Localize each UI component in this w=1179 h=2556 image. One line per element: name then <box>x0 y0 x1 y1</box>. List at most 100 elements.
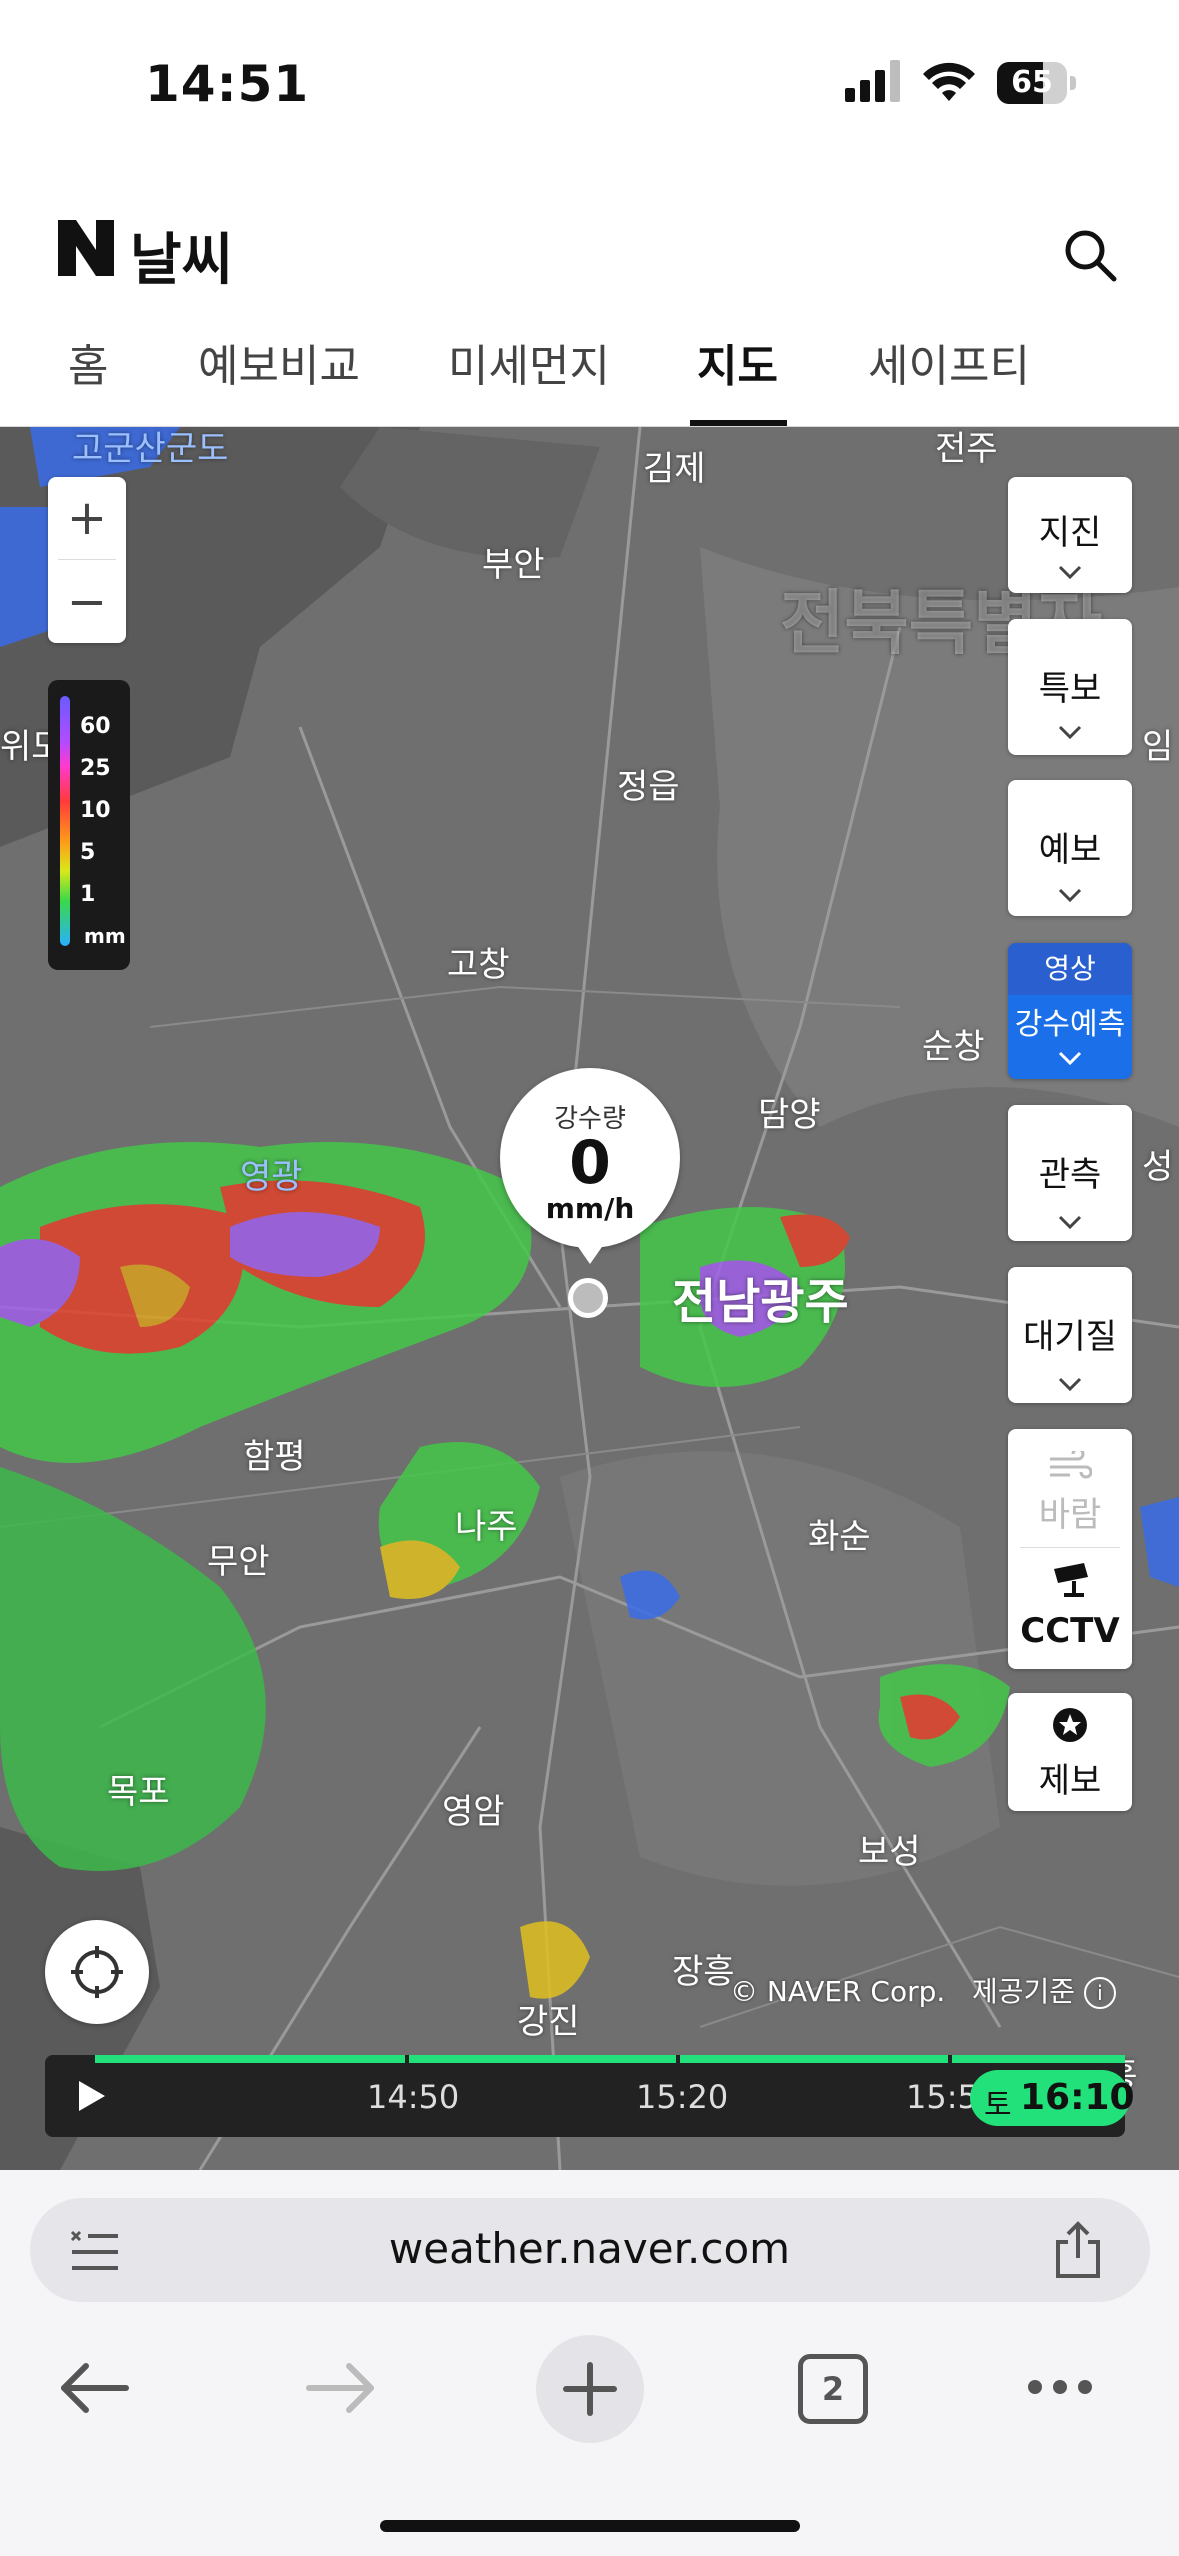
place-label: 무안 <box>207 1542 270 1582</box>
place-label: 김제 <box>643 449 706 489</box>
place-label: 영광 <box>240 1157 303 1197</box>
cctv-icon <box>1054 1563 1088 1597</box>
place-label: 부안 <box>482 545 545 585</box>
wifi-icon <box>923 62 975 101</box>
timeline-tick <box>676 2055 680 2067</box>
observation-button[interactable]: 관측 <box>1008 1105 1132 1241</box>
timeline-tick <box>948 2055 952 2067</box>
tab-home[interactable]: 홈 <box>68 330 108 394</box>
page-title[interactable]: 날씨 <box>130 215 233 296</box>
place-label: 목포 <box>107 1772 170 1812</box>
forecast-label: 예보 <box>1038 830 1102 870</box>
tab-forecast-compare[interactable]: 예보비교 <box>198 330 360 394</box>
weather-warning-label: 특보 <box>1038 669 1102 709</box>
air-quality-label: 대기질 <box>1023 1317 1117 1357</box>
rain-forecast-label: 강수예측 <box>1014 1007 1126 1042</box>
share-icon[interactable] <box>1050 2220 1106 2280</box>
current-day: 토 <box>984 2088 1012 2123</box>
back-arrow-icon[interactable] <box>58 2360 130 2416</box>
weather-warning-button[interactable]: 특보 <box>1008 619 1132 755</box>
chevron-down-icon <box>1058 725 1082 739</box>
place-label: 나주 <box>455 1507 518 1547</box>
place-label: 정읍 <box>617 767 680 807</box>
zoom-control: + − <box>48 477 126 643</box>
forecast-button[interactable]: 예보 <box>1008 780 1132 916</box>
report-button[interactable]: 제보 <box>1008 1693 1132 1811</box>
url-text[interactable]: weather.naver.com <box>0 2224 1179 2273</box>
chevron-down-icon <box>1058 1215 1082 1229</box>
place-label: 임 <box>1142 727 1174 767</box>
current-location-button[interactable] <box>45 1920 149 2024</box>
forward-arrow-icon[interactable] <box>305 2360 377 2416</box>
place-label: 고창 <box>447 945 510 985</box>
rain-forecast-button[interactable]: 영상 강수예측 <box>1008 943 1132 1079</box>
timeline-label: 15:20 <box>636 2078 729 2116</box>
wind-icon <box>1050 1451 1092 1479</box>
precipitation-unit: mm/h <box>545 1192 635 1225</box>
chevron-down-icon <box>1058 1051 1082 1065</box>
place-label: 순창 <box>922 1027 985 1067</box>
legend-value: 5 <box>80 840 96 865</box>
info-icon[interactable]: i <box>1083 1977 1116 2009</box>
chevron-down-icon <box>1058 565 1082 579</box>
place-label: 보성 <box>858 1832 921 1872</box>
zoom-in-button[interactable]: + <box>48 477 126 559</box>
home-indicator <box>380 2520 800 2532</box>
crosshair-icon <box>71 1946 123 1998</box>
precipitation-legend: 60 25 10 5 1 mm <box>48 680 130 970</box>
zoom-out-button[interactable]: − <box>48 561 126 643</box>
naver-copyright: © NAVER Corp. <box>730 1975 946 2008</box>
legend-value: 25 <box>80 756 111 781</box>
new-tab-button[interactable] <box>536 2335 644 2443</box>
tab-safety[interactable]: 세이프티 <box>868 330 1030 394</box>
place-label: 성 <box>1142 1147 1174 1187</box>
chevron-down-icon <box>1058 888 1082 902</box>
observation-label: 관측 <box>1038 1155 1102 1195</box>
wind-cctv-group: 바람 CCTV <box>1008 1429 1132 1669</box>
place-label: 전남광주 <box>672 1274 849 1330</box>
place-label: 강진 <box>517 2002 580 2042</box>
video-tag: 영상 <box>1008 943 1132 995</box>
place-label: 화순 <box>808 1517 871 1557</box>
current-time-badge: 토 16:10 <box>970 2070 1135 2126</box>
balloon-tail <box>576 1244 604 1264</box>
map-attribution: © NAVER Corp. 제공기준 i <box>730 1970 1116 2010</box>
search-icon[interactable] <box>1060 225 1120 285</box>
air-quality-button[interactable]: 대기질 <box>1008 1267 1132 1403</box>
legend-value: 60 <box>80 714 111 739</box>
legend-value: 10 <box>80 798 111 823</box>
report-star-icon <box>1053 1708 1087 1742</box>
cellular-signal-icon <box>845 60 900 102</box>
tabs-button[interactable]: 2 <box>798 2354 868 2424</box>
legend-unit: mm <box>84 924 126 948</box>
chevron-down-icon <box>1058 1377 1082 1391</box>
wind-button[interactable]: 바람 <box>1008 1487 1132 1536</box>
place-label: 함평 <box>243 1437 306 1477</box>
status-time: 14:51 <box>145 55 310 113</box>
play-icon[interactable] <box>45 2055 137 2137</box>
earthquake-label: 지진 <box>1038 513 1102 553</box>
timeline-label: 14:50 <box>367 2078 460 2116</box>
earthquake-button[interactable]: 지진 <box>1008 477 1132 593</box>
data-source-link[interactable]: 제공기준 <box>972 1975 1075 2008</box>
tab-map[interactable]: 지도 <box>697 330 778 394</box>
plus-icon <box>563 2362 617 2416</box>
naver-logo-icon[interactable] <box>58 220 114 276</box>
battery-icon: 65 <box>997 62 1077 104</box>
tab-fine-dust[interactable]: 미세먼지 <box>448 330 610 394</box>
place-label: 영암 <box>442 1792 505 1832</box>
more-icon[interactable] <box>1025 2375 1095 2399</box>
legend-value: 1 <box>80 882 96 907</box>
timeline-track[interactable] <box>95 2055 1125 2063</box>
report-label: 제보 <box>1038 1761 1102 1801</box>
current-time: 16:10 <box>1020 2077 1135 2118</box>
place-label: 고군산군도 <box>72 429 229 469</box>
timeline-tick <box>405 2055 409 2067</box>
location-pin[interactable] <box>568 1278 608 1318</box>
legend-color-scale <box>60 696 70 946</box>
place-label: 전주 <box>935 429 998 469</box>
cctv-button[interactable]: CCTV <box>1008 1611 1132 1651</box>
place-label: 장흥 <box>672 1952 735 1992</box>
precipitation-balloon[interactable]: 강수량 0 mm/h <box>500 1068 680 1248</box>
place-label: 담양 <box>758 1095 821 1135</box>
